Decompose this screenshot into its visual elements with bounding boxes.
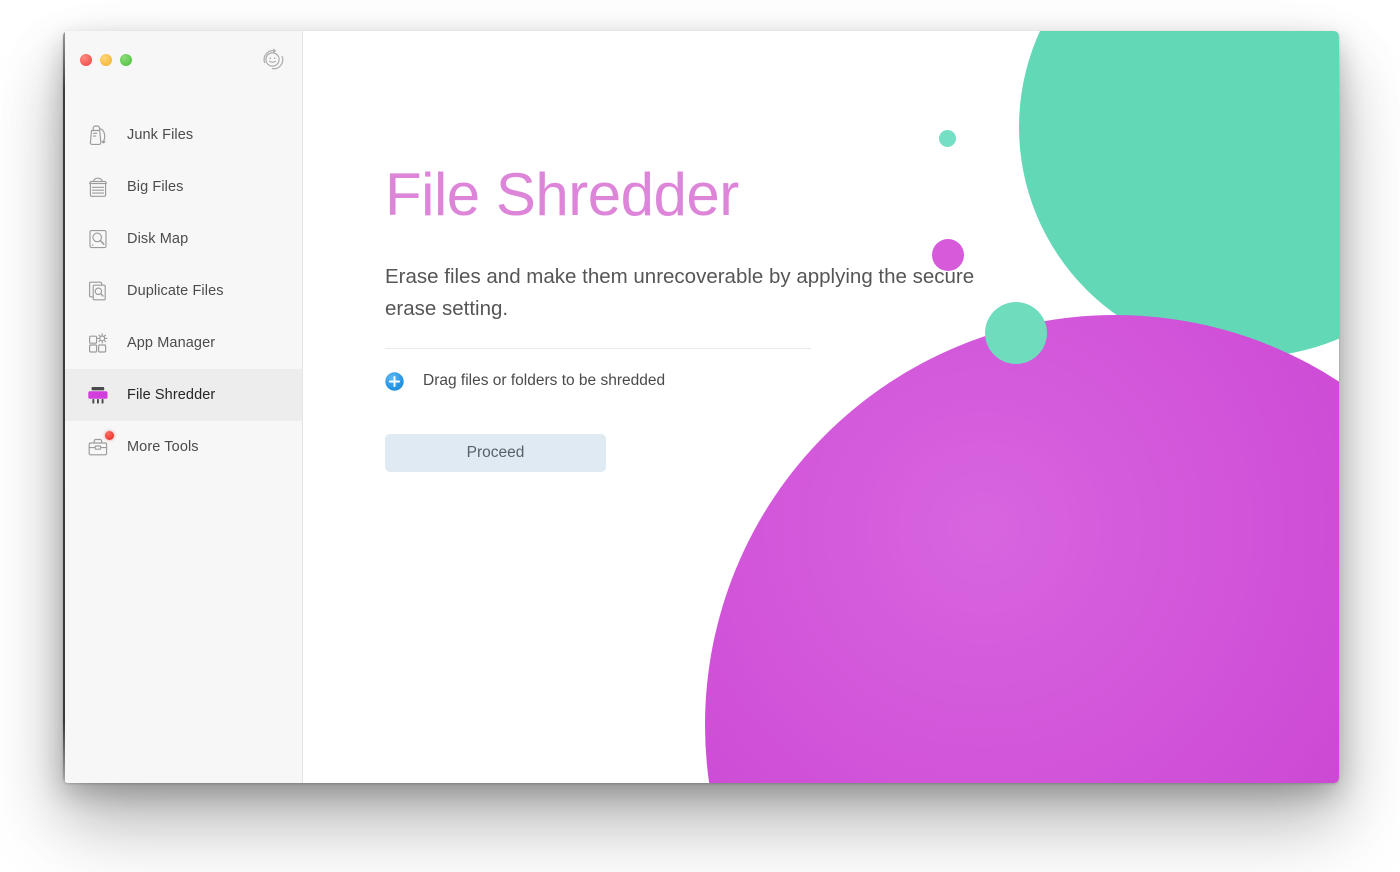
sidebar-item-app-manager[interactable]: App Manager (63, 317, 302, 369)
app-grid-gear-icon (81, 326, 115, 360)
briefcase-icon (81, 430, 115, 464)
sidebar-item-label: Duplicate Files (127, 283, 224, 299)
drop-zone-label: Drag files or folders to be shredded (423, 372, 666, 390)
desktop-backdrop: Junk Files Big Files Disk Map Duplicate … (0, 0, 1400, 872)
sidebar-item-label: App Manager (127, 335, 216, 351)
plus-circle-icon[interactable] (385, 372, 404, 391)
close-window-button[interactable] (80, 54, 92, 66)
maximize-window-button[interactable] (120, 54, 132, 66)
proceed-button[interactable]: Proceed (385, 433, 606, 472)
sidebar-item-more-tools[interactable]: More Tools (63, 421, 302, 473)
file-box-icon (81, 170, 115, 204)
main-content: File Shredder Erase files and make them … (303, 31, 1339, 783)
sidebar-item-disk-map[interactable]: Disk Map (63, 213, 302, 265)
sidebar-item-file-shredder[interactable]: File Shredder (63, 369, 302, 421)
sidebar-item-label: File Shredder (127, 387, 216, 403)
traffic-lights (80, 54, 132, 66)
divider (385, 347, 811, 349)
content-block: File Shredder Erase files and make them … (385, 165, 1005, 472)
sidebar-item-junk-files[interactable]: Junk Files (63, 109, 302, 161)
sidebar: Junk Files Big Files Disk Map Duplicate … (63, 31, 303, 783)
duplicate-docs-icon (81, 274, 115, 308)
sidebar-item-label: Junk Files (127, 127, 194, 143)
shredder-icon (81, 378, 115, 412)
app-window: Junk Files Big Files Disk Map Duplicate … (63, 31, 1339, 783)
sidebar-nav: Junk Files Big Files Disk Map Duplicate … (63, 109, 302, 473)
sidebar-item-label: Big Files (127, 179, 184, 195)
teal-large-circle-decoration (1019, 31, 1339, 357)
page-subtitle: Erase files and make them unrecoverable … (385, 265, 975, 321)
window-left-edge (63, 31, 65, 783)
minimize-window-button[interactable] (100, 54, 112, 66)
page-title: File Shredder (385, 161, 739, 228)
disk-search-icon (81, 222, 115, 256)
sidebar-item-label: More Tools (127, 439, 199, 455)
sidebar-item-label: Disk Map (127, 231, 189, 247)
sidebar-item-big-files[interactable]: Big Files (63, 161, 302, 213)
trash-bag-icon (81, 118, 115, 152)
smiley-refresh-icon[interactable] (261, 48, 286, 73)
teal-tiny-circle-decoration (939, 130, 956, 147)
drop-zone[interactable]: Drag files or folders to be shredded (385, 372, 1005, 391)
notification-badge (105, 431, 114, 440)
sidebar-item-duplicate-files[interactable]: Duplicate Files (63, 265, 302, 317)
